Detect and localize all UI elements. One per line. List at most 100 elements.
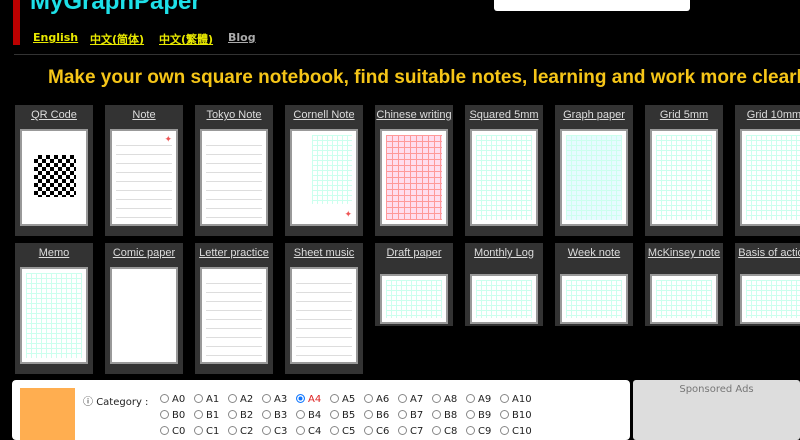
template-label[interactable]: Monthly Log [465,247,543,262]
template-preview[interactable] [650,129,718,226]
radio-circle-icon[interactable] [364,426,373,435]
size-radio-A0[interactable]: A0 [160,394,185,405]
template-tile[interactable]: Basis of action [735,243,800,326]
size-radio-C4[interactable]: C4 [296,426,321,437]
template-preview[interactable] [740,129,800,226]
radio-circle-icon[interactable] [160,410,169,419]
radio-circle-icon[interactable] [296,394,305,403]
radio-circle-icon[interactable] [500,426,509,435]
radio-circle-icon[interactable] [398,426,407,435]
size-radio-A3[interactable]: A3 [262,394,287,405]
template-tile[interactable]: Letter practice [195,243,273,374]
radio-circle-icon[interactable] [160,394,169,403]
template-label[interactable]: QR Code [15,109,93,124]
template-label[interactable]: Memo [15,247,93,262]
template-preview[interactable] [380,274,448,324]
template-preview[interactable] [470,129,538,226]
template-tile[interactable]: Tokyo Note [195,105,273,236]
radio-circle-icon[interactable] [228,426,237,435]
radio-circle-icon[interactable] [228,394,237,403]
template-preview[interactable] [200,267,268,364]
template-tile[interactable]: Sheet music [285,243,363,374]
size-radio-C7[interactable]: C7 [398,426,423,437]
radio-circle-icon[interactable] [330,410,339,419]
template-tile[interactable]: Cornell Note ✦ [285,105,363,236]
radio-circle-icon[interactable] [296,410,305,419]
size-radio-C9[interactable]: C9 [466,426,491,437]
template-preview[interactable] [200,129,268,226]
radio-circle-icon[interactable] [330,426,339,435]
template-tile[interactable]: Note ✦ [105,105,183,236]
size-radio-A9[interactable]: A9 [466,394,491,405]
template-tile[interactable]: Squared 5mm [465,105,543,236]
size-radio-B6[interactable]: B6 [364,410,389,421]
size-radio-B7[interactable]: B7 [398,410,423,421]
template-preview[interactable] [740,274,800,324]
template-preview[interactable]: ✦ [290,129,358,226]
template-label[interactable]: Note [105,109,183,124]
template-preview[interactable] [20,129,88,226]
template-label[interactable]: Graph paper [555,109,633,124]
radio-circle-icon[interactable] [194,394,203,403]
template-tile[interactable]: Draft paper [375,243,453,326]
radio-circle-icon[interactable] [432,426,441,435]
template-label[interactable]: Draft paper [375,247,453,262]
radio-circle-icon[interactable] [466,394,475,403]
size-radio-B0[interactable]: B0 [160,410,185,421]
search-input[interactable] [494,0,690,11]
radio-circle-icon[interactable] [262,410,271,419]
radio-circle-icon[interactable] [296,426,305,435]
template-label[interactable]: Basis of action [735,247,800,262]
nav-blog[interactable]: Blog [228,31,256,44]
template-label[interactable]: Comic paper [105,247,183,262]
radio-circle-icon[interactable] [330,394,339,403]
template-tile[interactable]: McKinsey note [645,243,723,326]
help-icon[interactable]: ⓘ [83,397,93,408]
size-radio-B1[interactable]: B1 [194,410,219,421]
template-preview[interactable] [560,274,628,324]
size-radio-B9[interactable]: B9 [466,410,491,421]
template-label[interactable]: Squared 5mm [465,109,543,124]
template-tile[interactable]: QR Code [15,105,93,236]
size-radio-A6[interactable]: A6 [364,394,389,405]
size-radio-C0[interactable]: C0 [160,426,185,437]
template-preview[interactable] [470,274,538,324]
template-preview[interactable] [110,267,178,364]
size-radio-C3[interactable]: C3 [262,426,287,437]
template-tile[interactable]: Monthly Log [465,243,543,326]
size-radio-A5[interactable]: A5 [330,394,355,405]
radio-circle-icon[interactable] [500,410,509,419]
size-radio-C2[interactable]: C2 [228,426,253,437]
size-radio-B5[interactable]: B5 [330,410,355,421]
size-radio-B8[interactable]: B8 [432,410,457,421]
template-preview[interactable]: ✦ [110,129,178,226]
template-label[interactable]: Cornell Note [285,109,363,124]
template-tile[interactable]: Week note [555,243,633,326]
template-tile[interactable]: Chinese writing [375,105,453,236]
size-radio-C8[interactable]: C8 [432,426,457,437]
size-radio-B4[interactable]: B4 [296,410,321,421]
radio-circle-icon[interactable] [398,394,407,403]
radio-circle-icon[interactable] [432,394,441,403]
size-radio-A1[interactable]: A1 [194,394,219,405]
template-label[interactable]: McKinsey note [645,247,723,262]
nav-chinese-simplified[interactable]: 中文(简体) [90,31,144,47]
template-tile[interactable]: Graph paper [555,105,633,236]
radio-circle-icon[interactable] [398,410,407,419]
radio-circle-icon[interactable] [500,394,509,403]
template-label[interactable]: Tokyo Note [195,109,273,124]
size-radio-A2[interactable]: A2 [228,394,253,405]
radio-circle-icon[interactable] [466,410,475,419]
nav-chinese-traditional[interactable]: 中文(繁體) [159,31,213,47]
template-label[interactable]: Week note [555,247,633,262]
template-preview[interactable] [650,274,718,324]
radio-circle-icon[interactable] [228,410,237,419]
size-radio-B10[interactable]: B10 [500,410,532,421]
template-tile[interactable]: Grid 5mm [645,105,723,236]
template-tile[interactable]: Memo [15,243,93,374]
radio-circle-icon[interactable] [364,410,373,419]
radio-circle-icon[interactable] [194,426,203,435]
size-radio-A7[interactable]: A7 [398,394,423,405]
size-radio-C1[interactable]: C1 [194,426,219,437]
template-tile[interactable]: Comic paper [105,243,183,374]
